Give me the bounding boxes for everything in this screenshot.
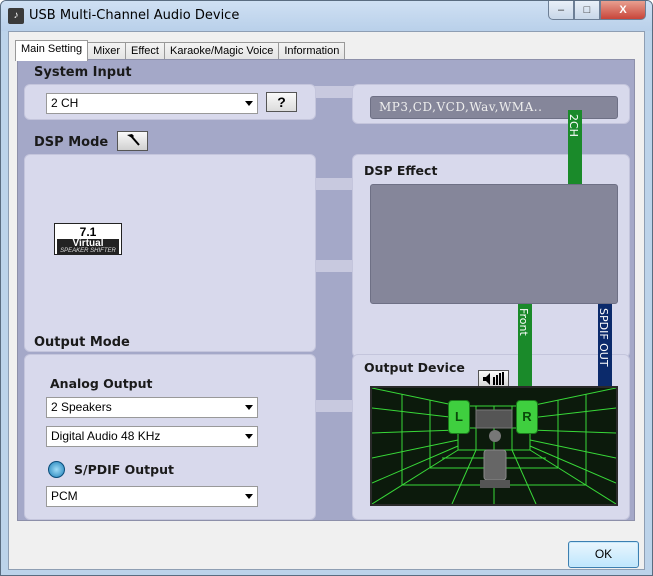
- chevron-down-icon: [245, 494, 253, 499]
- caption-buttons: – □ X: [548, 1, 646, 21]
- dsp-effect-display: [370, 184, 618, 304]
- left-speaker-icon[interactable]: L: [448, 400, 470, 434]
- channel-bar-label: 2CH: [567, 114, 580, 137]
- logo-line1: 7.1: [79, 225, 97, 239]
- virtual-71-logo[interactable]: 7.1 Virtual SPEAKER SHIFTER: [54, 223, 122, 255]
- spdif-format-select[interactable]: PCM: [46, 486, 258, 507]
- chevron-down-icon: [245, 101, 253, 106]
- source-formats-text: MP3,CD,VCD,Wav,WMA..: [379, 100, 543, 114]
- connector: [314, 260, 354, 272]
- title-bar[interactable]: ♪ USB Multi-Channel Audio Device – □ X: [1, 1, 652, 31]
- window-title: USB Multi-Channel Audio Device: [29, 8, 240, 23]
- app-window: ♪ USB Multi-Channel Audio Device – □ X M…: [0, 0, 653, 576]
- main-setting-panel: System Input 2 CH ? MP3,CD,VCD,Wav,WMA..…: [17, 59, 635, 521]
- channel-bar-2ch: 2CH: [567, 110, 582, 184]
- chevron-down-icon: [245, 434, 253, 439]
- speakers-value: 2 Speakers: [51, 400, 112, 414]
- spdif-out-bar: SPDIF OUT: [597, 304, 612, 386]
- analog-output-title: Analog Output: [50, 376, 153, 391]
- minimize-button[interactable]: –: [548, 1, 574, 20]
- close-button[interactable]: X: [600, 1, 646, 20]
- output-mode-title: Output Mode: [34, 335, 130, 350]
- dialog-client: Main Setting Mixer Effect Karaoke/Magic …: [8, 31, 645, 570]
- spdif-out-bar-label: SPDIF OUT: [597, 308, 610, 367]
- connector: [314, 400, 354, 412]
- front-signal-bar: Front: [517, 304, 532, 386]
- logo-line3: SPEAKER SHIFTER: [57, 248, 119, 255]
- maximize-button[interactable]: □: [574, 1, 600, 20]
- tab-strip: Main Setting Mixer Effect Karaoke/Magic …: [15, 40, 346, 61]
- hammer-icon: [126, 134, 140, 146]
- help-button[interactable]: ?: [266, 92, 297, 112]
- room-grid-graphic: [372, 388, 616, 504]
- system-input-title: System Input: [34, 65, 132, 80]
- volume-bars-icon: [482, 372, 504, 385]
- ok-button[interactable]: OK: [568, 541, 639, 568]
- sample-rate-select[interactable]: Digital Audio 48 KHz: [46, 426, 258, 447]
- output-device-title: Output Device: [364, 360, 465, 375]
- dsp-effect-title: DSP Effect: [364, 163, 438, 178]
- speaker-app-icon: ♪: [8, 8, 24, 24]
- connector: [314, 86, 354, 98]
- spdif-format-value: PCM: [51, 489, 78, 503]
- dsp-mode-tool-button[interactable]: [117, 131, 148, 151]
- system-input-select[interactable]: 2 CH: [46, 93, 258, 114]
- sample-rate-value: Digital Audio 48 KHz: [51, 429, 161, 443]
- system-input-value: 2 CH: [51, 96, 79, 110]
- logo-line2: Virtual: [57, 239, 119, 249]
- dsp-mode-title: DSP Mode: [34, 135, 109, 150]
- connector: [314, 178, 354, 190]
- spdif-output-title: S/PDIF Output: [74, 462, 174, 477]
- chevron-down-icon: [245, 405, 253, 410]
- spdif-toggle-icon[interactable]: [48, 461, 65, 478]
- speaker-room-view: L R: [370, 386, 618, 506]
- front-bar-label: Front: [517, 308, 530, 336]
- tab-main-setting[interactable]: Main Setting: [15, 40, 89, 61]
- speakers-select[interactable]: 2 Speakers: [46, 397, 258, 418]
- right-speaker-icon[interactable]: R: [516, 400, 538, 434]
